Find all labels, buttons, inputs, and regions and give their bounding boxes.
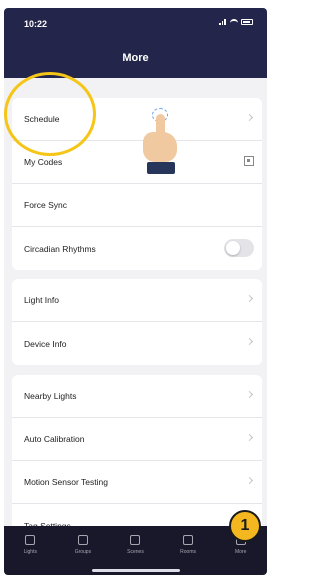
settings-group-3: Nearby Lights Auto Calibration Motion Se… <box>12 375 262 547</box>
tab-lights[interactable]: Lights <box>4 526 57 575</box>
tab-label: Groups <box>74 549 92 555</box>
app-header: 10:22 More <box>4 8 267 78</box>
tab-scenes[interactable]: Scenes <box>109 526 162 575</box>
menu-item-force-sync[interactable]: Force Sync <box>12 184 262 227</box>
chevron-right-icon <box>245 337 254 346</box>
hand-palm <box>143 132 177 162</box>
scenes-icon <box>130 535 141 545</box>
menu-item-label: Auto Calibration <box>24 434 85 444</box>
tap-hand-icon <box>140 108 184 183</box>
qr-icon <box>244 156 254 166</box>
status-time: 10:22 <box>24 19 48 29</box>
menu-item-label: Circadian Rhythms <box>24 243 96 254</box>
bulb-icon <box>25 535 36 545</box>
tab-groups[interactable]: Groups <box>57 526 110 575</box>
tab-label: Lights <box>23 549 37 555</box>
menu-item-light-info[interactable]: Light Info <box>12 279 262 322</box>
home-indicator[interactable] <box>92 569 180 572</box>
menu-item-nearby-lights[interactable]: Nearby Lights <box>12 375 262 418</box>
menu-item-label: Device Info <box>24 338 67 349</box>
chevron-right-icon <box>245 390 254 399</box>
page-title: More <box>122 52 149 64</box>
settings-group-2: Light Info Device Info <box>12 279 262 365</box>
menu-item-label: Force Sync <box>24 200 67 210</box>
rooms-icon <box>183 535 194 545</box>
battery-icon <box>241 19 253 25</box>
status-icons <box>219 19 253 25</box>
menu-item-device-info[interactable]: Device Info <box>12 322 262 365</box>
menu-item-motion-sensor-testing[interactable]: Motion Sensor Testing <box>12 461 262 504</box>
tab-label: Rooms <box>180 549 196 555</box>
chevron-right-icon <box>245 433 254 442</box>
hand-cuff <box>147 162 175 174</box>
menu-item-label: My Codes <box>24 157 63 167</box>
menu-item-label: Motion Sensor Testing <box>24 477 108 487</box>
menu-item-label: Light Info <box>24 295 59 305</box>
tab-label: Scenes <box>127 549 144 555</box>
signal-icon <box>219 19 227 25</box>
menu-item-auto-calibration[interactable]: Auto Calibration <box>12 418 262 461</box>
menu-item-label: Nearby Lights <box>24 391 77 401</box>
wifi-icon <box>230 19 238 25</box>
tab-rooms[interactable]: Rooms <box>162 526 215 575</box>
step-number-badge: 1 <box>229 510 261 542</box>
schedule-highlight-circle <box>4 72 96 156</box>
circadian-toggle[interactable] <box>224 239 254 257</box>
menu-item-circadian-rhythms: Circadian Rhythms <box>12 227 262 270</box>
tab-bar: Lights Groups Scenes Rooms More <box>4 526 267 575</box>
groups-icon <box>77 535 88 545</box>
tab-label: More <box>234 549 247 555</box>
app-screen: 10:22 More Schedule My Codes Force Sync … <box>4 8 267 575</box>
chevron-right-icon <box>245 113 254 122</box>
chevron-right-icon <box>245 294 254 303</box>
chevron-right-icon <box>245 476 254 485</box>
